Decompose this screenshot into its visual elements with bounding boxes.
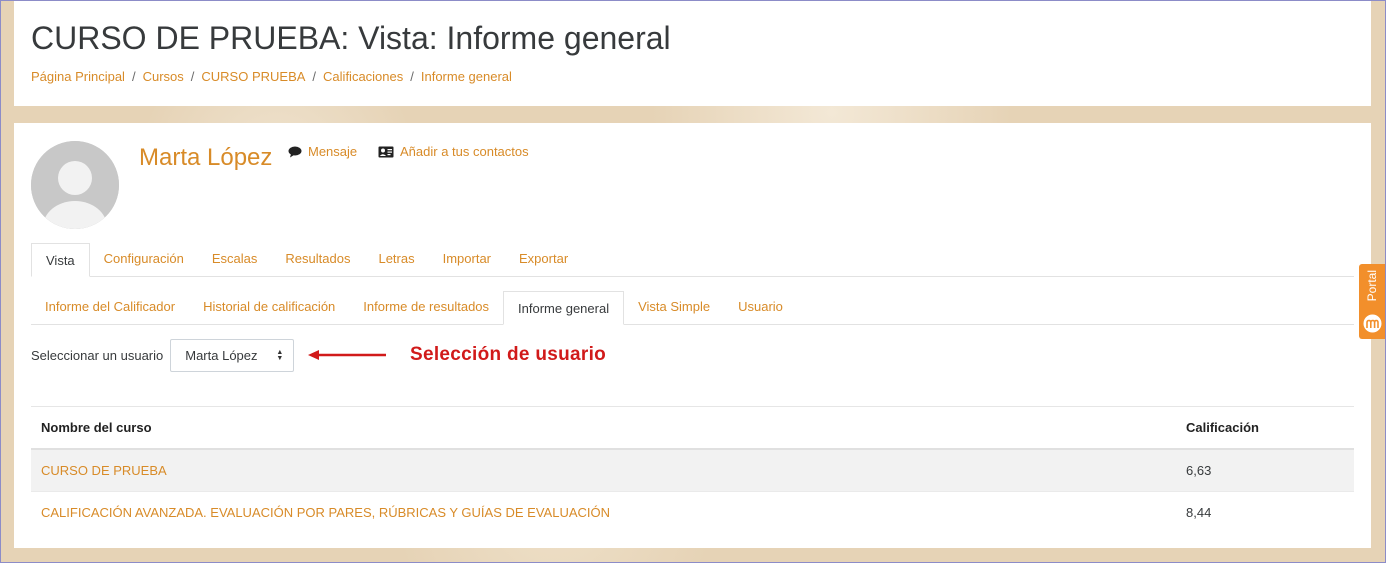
avatar[interactable] xyxy=(31,141,119,229)
add-contact-label: Añadir a tus contactos xyxy=(400,144,529,159)
main-region: Marta López Mensaje Añadir a tus contact… xyxy=(14,123,1371,548)
breadcrumb-overview[interactable]: Informe general xyxy=(421,69,512,84)
breadcrumb-separator: / xyxy=(312,69,317,84)
breadcrumb-course[interactable]: CURSO PRUEBA xyxy=(201,69,305,84)
tab-usuario[interactable]: Usuario xyxy=(724,290,797,324)
moodle-logo-icon xyxy=(1363,314,1382,333)
breadcrumb-separator: / xyxy=(410,69,414,84)
select-caret-icon: ▲ ▼ xyxy=(276,348,284,362)
message-label: Mensaje xyxy=(308,144,358,159)
portal-label: Portal xyxy=(1365,270,1379,302)
breadcrumb-separator: / xyxy=(190,69,195,84)
tab-resultados[interactable]: Resultados xyxy=(271,242,364,276)
user-selector-row: Seleccionar un usuario Marta López ▲ ▼ xyxy=(31,339,295,372)
table-header-row: Nombre del curso Calificación xyxy=(31,406,1354,450)
speech-bubble-icon xyxy=(288,146,302,157)
breadcrumb-home[interactable]: Página Principal xyxy=(31,69,125,84)
tab-informe-calificador[interactable]: Informe del Calificador xyxy=(31,290,189,324)
tab-vista-simple[interactable]: Vista Simple xyxy=(624,290,724,324)
annotation-text: Selección de usuario xyxy=(410,344,607,365)
tab-letras[interactable]: Letras xyxy=(364,242,428,276)
grade-cell: 8,44 xyxy=(1176,491,1354,533)
portal-side-tab[interactable]: Portal xyxy=(1359,264,1386,339)
course-link[interactable]: CALIFICACIÓN AVANZADA. EVALUACIÓN POR PA… xyxy=(41,505,610,520)
breadcrumb: Página Principal / Cursos / CURSO PRUEBA… xyxy=(31,69,512,84)
table-row: CALIFICACIÓN AVANZADA. EVALUACIÓN POR PA… xyxy=(31,491,1354,533)
grade-header: Calificación xyxy=(1176,406,1354,450)
tab-informe-general[interactable]: Informe general xyxy=(503,291,625,325)
course-link[interactable]: CURSO DE PRUEBA xyxy=(41,463,167,478)
tab-escalas[interactable]: Escalas xyxy=(198,242,272,276)
user-select-value: Marta López xyxy=(185,348,258,363)
message-link[interactable]: Mensaje xyxy=(288,144,357,159)
address-card-icon xyxy=(378,146,394,157)
breadcrumb-grades[interactable]: Calificaciones xyxy=(323,69,403,84)
tab-exportar[interactable]: Exportar xyxy=(505,242,582,276)
annotation-arrow-icon xyxy=(308,350,386,360)
user-name-link[interactable]: Marta López xyxy=(139,144,272,172)
breadcrumb-courses[interactable]: Cursos xyxy=(143,69,184,84)
tab-configuracion[interactable]: Configuración xyxy=(90,242,198,276)
user-select[interactable]: Marta López ▲ ▼ xyxy=(170,339,295,372)
course-cell: CALIFICACIÓN AVANZADA. EVALUACIÓN POR PA… xyxy=(31,491,1176,533)
breadcrumb-separator: / xyxy=(131,69,136,84)
page-title: CURSO DE PRUEBA: Vista: Informe general xyxy=(31,20,671,56)
user-avatar-icon xyxy=(31,141,119,229)
tab-importar[interactable]: Importar xyxy=(429,242,505,276)
grades-table: Nombre del curso Calificación CURSO DE P… xyxy=(31,406,1354,533)
select-user-label: Seleccionar un usuario xyxy=(31,348,164,363)
page-header: CURSO DE PRUEBA: Vista: Informe general … xyxy=(14,0,1371,106)
primary-tabs: Vista Configuración Escalas Resultados L… xyxy=(31,242,1354,277)
table-row: CURSO DE PRUEBA 6,63 xyxy=(31,448,1354,492)
secondary-tabs: Informe del Calificador Historial de cal… xyxy=(31,290,1354,325)
tab-historial-calificacion[interactable]: Historial de calificación xyxy=(189,290,349,324)
tab-informe-resultados[interactable]: Informe de resultados xyxy=(349,290,503,324)
add-contact-link[interactable]: Añadir a tus contactos xyxy=(378,144,529,159)
tab-vista[interactable]: Vista xyxy=(31,243,90,277)
course-name-header: Nombre del curso xyxy=(31,406,1176,450)
grade-cell: 6,63 xyxy=(1176,448,1354,492)
course-cell: CURSO DE PRUEBA xyxy=(31,448,1176,492)
